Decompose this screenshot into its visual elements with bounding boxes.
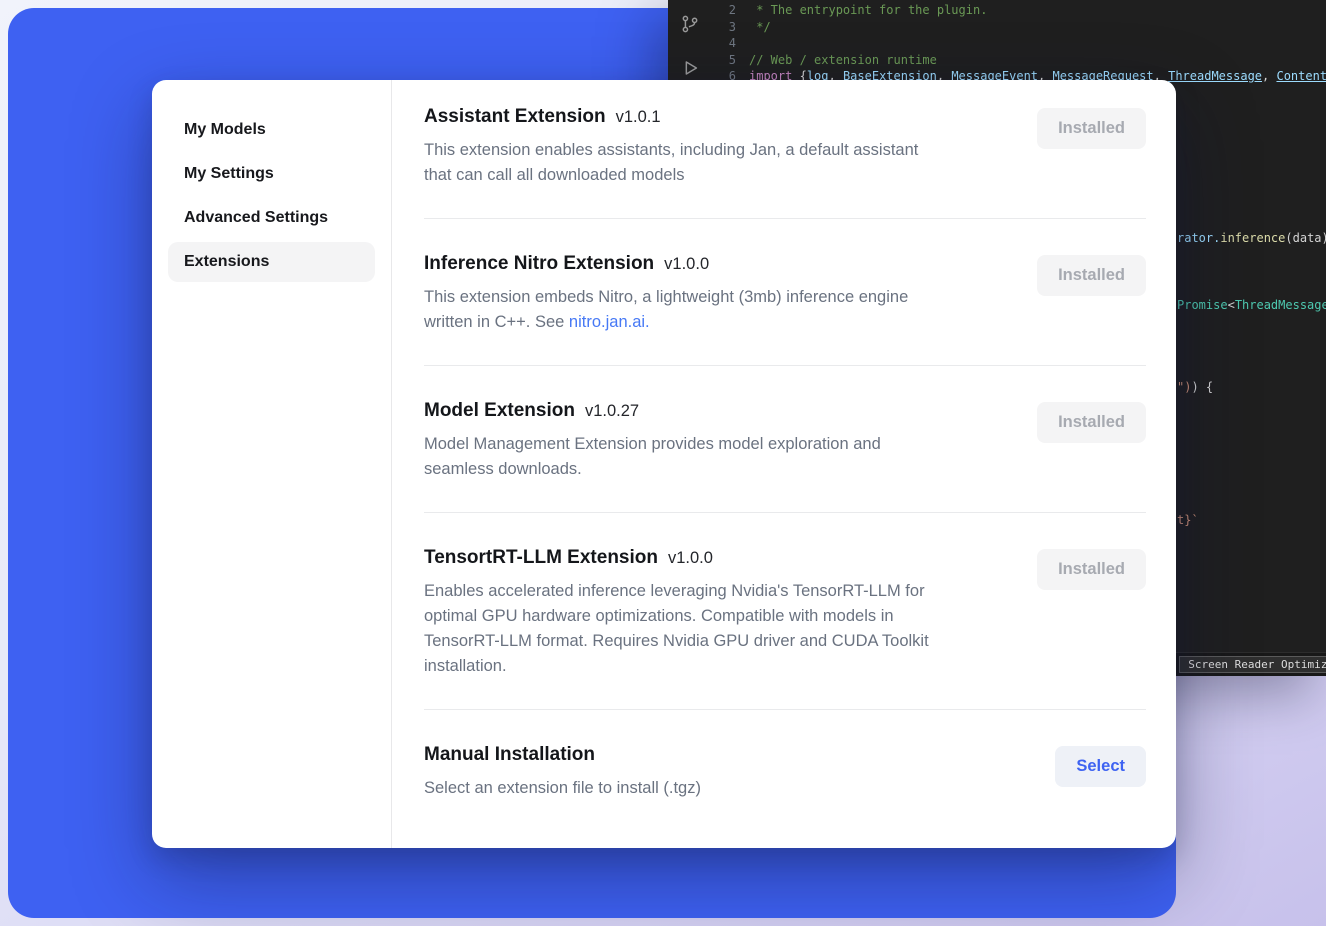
code-fragment: Promise<ThreadMessage> xyxy=(1177,297,1326,314)
code-token: t}` xyxy=(1177,513,1199,527)
installed-button[interactable]: Installed xyxy=(1037,255,1146,296)
manual-installation-description: Select an extension file to install (.tg… xyxy=(424,776,701,801)
line-number: 4 xyxy=(712,35,736,52)
code-token: ) { xyxy=(1191,380,1213,394)
extension-title: Model Extension xyxy=(424,400,575,422)
select-button[interactable]: Select xyxy=(1055,746,1146,787)
code-token: (data)); xyxy=(1285,231,1326,245)
settings-nav: My Models My Settings Advanced Settings … xyxy=(152,80,392,848)
nav-item-my-settings[interactable]: My Settings xyxy=(168,154,375,194)
desktop-background: 2 * The entrypoint for the plugin. 3 */ 45… xyxy=(0,0,1326,926)
extension-info: Inference Nitro Extension v1.0.0 This ex… xyxy=(424,253,908,335)
extension-description: This extension embeds Nitro, a lightweig… xyxy=(424,285,908,335)
extension-info: Manual Installation Select an extension … xyxy=(424,744,701,801)
row-divider xyxy=(424,709,1146,710)
code-token: inference xyxy=(1220,231,1285,245)
description-text: This extension embeds Nitro, a lightweig… xyxy=(424,288,908,331)
code-fragment: ")) { xyxy=(1177,379,1213,396)
code-fragment: t}` xyxy=(1177,512,1199,529)
code-token: ") xyxy=(1177,380,1191,394)
extension-info: TensortRT-LLM Extension v1.0.0 Enables a… xyxy=(424,547,929,679)
nav-item-my-models[interactable]: My Models xyxy=(168,110,375,150)
extension-row-assistant: Assistant Extension v1.0.1 This extensio… xyxy=(424,106,1146,188)
run-debug-icon[interactable] xyxy=(678,56,702,80)
code-token: < xyxy=(1228,298,1235,312)
nitro-jan-ai-link[interactable]: nitro.jan.ai. xyxy=(569,313,650,331)
code-token: Promise xyxy=(1177,298,1228,312)
row-divider xyxy=(424,218,1146,219)
installed-button[interactable]: Installed xyxy=(1037,108,1146,149)
extension-description: This extension enables assistants, inclu… xyxy=(424,138,918,188)
line-number: 5 xyxy=(712,52,736,69)
row-divider xyxy=(424,512,1146,513)
nav-item-extensions[interactable]: Extensions xyxy=(168,242,375,282)
extension-title: Assistant Extension xyxy=(424,106,606,128)
extension-info: Assistant Extension v1.0.1 This extensio… xyxy=(424,106,918,188)
installed-button[interactable]: Installed xyxy=(1037,549,1146,590)
code-token: ThreadMessage xyxy=(1235,298,1326,312)
extension-version: v1.0.1 xyxy=(616,108,661,127)
extension-row-tensorrt-llm: TensortRT-LLM Extension v1.0.0 Enables a… xyxy=(424,547,1146,679)
extension-description: Model Management Extension provides mode… xyxy=(424,432,881,482)
code-fragment: rator.inference(data)); xyxy=(1177,230,1326,247)
extension-title: TensortRT-LLM Extension xyxy=(424,547,658,569)
extension-version: v1.0.27 xyxy=(585,402,639,421)
code-fragments: rator.inference(data)); Promise<ThreadMes… xyxy=(1177,0,1326,652)
code-token: * The entrypoint for the plugin. xyxy=(749,2,987,19)
manual-installation-title: Manual Installation xyxy=(424,744,595,766)
installed-button[interactable]: Installed xyxy=(1037,402,1146,443)
line-number: 2 xyxy=(712,2,736,19)
extension-row-inference-nitro: Inference Nitro Extension v1.0.0 This ex… xyxy=(424,253,1146,335)
source-control-icon[interactable] xyxy=(678,12,702,36)
extension-version: v1.0.0 xyxy=(668,549,713,568)
nav-item-advanced-settings[interactable]: Advanced Settings xyxy=(168,198,375,238)
extension-version: v1.0.0 xyxy=(664,255,709,274)
extension-description: Enables accelerated inference leveraging… xyxy=(424,579,929,679)
extensions-panel: Assistant Extension v1.0.1 This extensio… xyxy=(392,80,1176,848)
extension-title: Inference Nitro Extension xyxy=(424,253,654,275)
settings-modal: My Models My Settings Advanced Settings … xyxy=(152,80,1176,848)
code-token: rator. xyxy=(1177,231,1220,245)
extension-info: Model Extension v1.0.27 Model Management… xyxy=(424,400,881,482)
screen-reader-badge[interactable]: Screen Reader Optimized xyxy=(1179,656,1326,673)
line-number: 3 xyxy=(712,19,736,36)
row-divider xyxy=(424,365,1146,366)
code-token: // Web / extension runtime xyxy=(749,52,937,69)
extension-row-model: Model Extension v1.0.27 Model Management… xyxy=(424,400,1146,482)
manual-installation-row: Manual Installation Select an extension … xyxy=(424,744,1146,801)
code-token: */ xyxy=(749,19,771,36)
